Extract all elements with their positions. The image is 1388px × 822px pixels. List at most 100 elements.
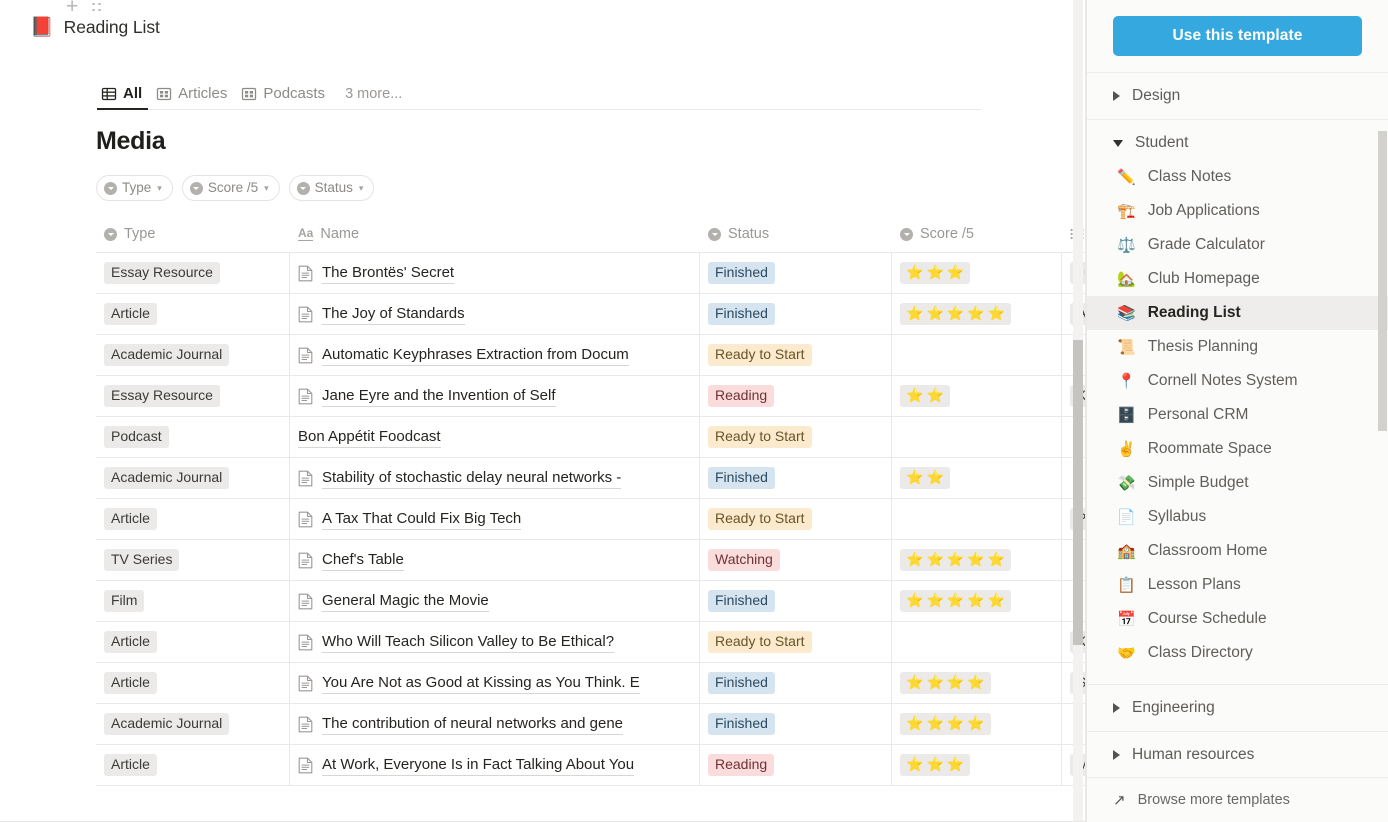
cell-name[interactable]: The contribution of neural networks and … — [290, 704, 700, 744]
cell-type[interactable]: Article — [96, 622, 290, 662]
cell-score[interactable] — [892, 499, 1062, 539]
page-title-link[interactable]: The Joy of Standards — [322, 303, 465, 326]
sidebar-item-roommate-space[interactable]: ✌️ Roommate Space — [1087, 432, 1388, 466]
tab-articles[interactable]: Articles — [152, 85, 233, 109]
cell-name[interactable]: General Magic the Movie — [290, 581, 700, 621]
cell-score[interactable]: ⭐ ⭐ ⭐ ⭐ ⭐ — [892, 540, 1062, 580]
browse-more-templates-button[interactable]: ↗ Browse more templates — [1087, 777, 1388, 822]
cell-score[interactable]: ⭐ ⭐ ⭐ — [892, 745, 1062, 785]
cell-name[interactable]: You Are Not as Good at Kissing as You Th… — [290, 663, 700, 703]
cell-type[interactable]: Article — [96, 294, 290, 334]
sidebar-item-classroom-home[interactable]: 🏫 Classroom Home — [1087, 534, 1388, 568]
cell-type[interactable]: Essay Resource — [96, 253, 290, 293]
cell-name[interactable]: A Tax That Could Fix Big Tech — [290, 499, 700, 539]
page-title-link[interactable]: Stability of stochastic delay neural net… — [322, 467, 622, 490]
cell-name[interactable]: Who Will Teach Silicon Valley to Be Ethi… — [290, 622, 700, 662]
cell-score[interactable]: ⭐ ⭐ ⭐ ⭐ ⭐ — [892, 294, 1062, 334]
cell-status[interactable]: Finished — [700, 294, 892, 334]
sidebar-item-club-homepage[interactable]: 🏡 Club Homepage — [1087, 262, 1388, 296]
table-row[interactable]: Article Who Will Teach Silicon Valley to … — [96, 622, 1085, 663]
cell-type[interactable]: Academic Journal — [96, 335, 290, 375]
cell-type[interactable]: Essay Resource — [96, 376, 290, 416]
sidebar-item-thesis-planning[interactable]: 📜 Thesis Planning — [1087, 330, 1388, 364]
cell-type[interactable]: Film — [96, 581, 290, 621]
cell-type[interactable]: Academic Journal — [96, 458, 290, 498]
page-title-link[interactable]: The contribution of neural networks and … — [322, 713, 624, 736]
sidebar-item-course-schedule[interactable]: 📅 Course Schedule — [1087, 602, 1388, 636]
page-title-link[interactable]: General Magic the Movie — [322, 590, 489, 613]
sidebar-item-lesson-plans[interactable]: 📋 Lesson Plans — [1087, 568, 1388, 602]
main-vertical-scrollbar[interactable] — [1073, 0, 1083, 822]
use-this-template-button[interactable]: Use this template — [1113, 16, 1362, 56]
table-row[interactable]: Article At Work, Everyone Is in Fact Talk… — [96, 745, 1085, 786]
cell-name[interactable]: Automatic Keyphrases Extraction from Doc… — [290, 335, 700, 375]
page-title-link[interactable]: You Are Not as Good at Kissing as You Th… — [322, 672, 640, 695]
cell-name[interactable]: Bon Appétit Foodcast — [290, 417, 700, 457]
sidebar-item-cornell-notes-system[interactable]: 📍 Cornell Notes System — [1087, 364, 1388, 398]
column-header-name[interactable]: Aa Name — [290, 216, 700, 252]
page-title-row[interactable]: 📕 Reading List — [30, 17, 160, 38]
sidebar-item-class-notes[interactable]: ✏️ Class Notes — [1087, 160, 1388, 194]
column-header-status[interactable]: Status — [700, 216, 892, 252]
table-row[interactable]: Film General Magic the Movie Finished ⭐ ⭐ ⭐ ⭐ ⭐ — [96, 581, 1085, 622]
scrollbar-thumb[interactable] — [1073, 340, 1083, 645]
page-title-link[interactable]: A Tax That Could Fix Big Tech — [322, 508, 522, 531]
cell-name[interactable]: The Joy of Standards — [290, 294, 700, 334]
sidebar-item-personal-crm[interactable]: 🗄️ Personal CRM — [1087, 398, 1388, 432]
cell-name[interactable]: The Brontës' Secret — [290, 253, 700, 293]
cell-name[interactable]: At Work, Everyone Is in Fact Talking Abo… — [290, 745, 700, 785]
table-row[interactable]: Podcast Bon Appétit Foodcast Ready to Star… — [96, 417, 1085, 458]
cell-name[interactable]: Stability of stochastic delay neural net… — [290, 458, 700, 498]
table-row[interactable]: Essay Resource The Brontës' Secret Finishe… — [96, 253, 1085, 294]
table-row[interactable]: TV Series Chef's Table Watching ⭐ ⭐ ⭐ ⭐ ⭐ — [96, 540, 1085, 581]
sidebar-group-student[interactable]: Student — [1087, 120, 1388, 160]
cell-name[interactable]: Chef's Table — [290, 540, 700, 580]
scrollbar-thumb[interactable] — [1378, 131, 1387, 431]
filter-chip-type[interactable]: Type ▾ — [96, 175, 173, 201]
table-row[interactable]: Essay Resource Jane Eyre and the Inventio… — [96, 376, 1085, 417]
page-title-link[interactable]: Automatic Keyphrases Extraction from Doc… — [322, 344, 629, 367]
cell-status[interactable]: Ready to Start — [700, 335, 892, 375]
cell-score[interactable]: ⭐ ⭐ ⭐ — [892, 253, 1062, 293]
cell-status[interactable]: Reading — [700, 376, 892, 416]
cell-status[interactable]: Finished — [700, 704, 892, 744]
sidebar-item-grade-calculator[interactable]: ⚖️ Grade Calculator — [1087, 228, 1388, 262]
page-title-link[interactable]: The Brontës' Secret — [322, 262, 455, 285]
cell-score[interactable]: ⭐ ⭐ ⭐ ⭐ — [892, 704, 1062, 744]
sidebar-group-engineering[interactable]: Engineering — [1087, 685, 1388, 732]
page-title-link[interactable]: Jane Eyre and the Invention of Self — [322, 385, 556, 408]
cell-status[interactable]: Finished — [700, 581, 892, 621]
plus-icon[interactable]: + — [66, 0, 78, 17]
sidebar-item-syllabus[interactable]: 📄 Syllabus — [1087, 500, 1388, 534]
cell-status[interactable]: Ready to Start — [700, 499, 892, 539]
sidebar-scrollbar[interactable] — [1378, 131, 1387, 777]
cell-type[interactable]: Academic Journal — [96, 704, 290, 744]
table-row[interactable]: Article The Joy of Standards Finished ⭐ ⭐ ⭐ ⭐ ⭐… — [96, 294, 1085, 335]
cell-type[interactable]: Article — [96, 663, 290, 703]
cell-status[interactable]: Reading — [700, 745, 892, 785]
table-row[interactable]: Academic Journal Stability of stochastic … — [96, 458, 1085, 499]
cell-score[interactable]: ⭐ ⭐ ⭐ ⭐ — [892, 663, 1062, 703]
sidebar-item-job-applications[interactable]: 🏗️ Job Applications — [1087, 194, 1388, 228]
cell-type[interactable]: Article — [96, 499, 290, 539]
page-title-link[interactable]: Bon Appétit Foodcast — [298, 426, 441, 449]
page-title-link[interactable]: Chef's Table — [322, 549, 404, 572]
sidebar-item-reading-list[interactable]: 📚 Reading List — [1087, 296, 1388, 330]
cell-score[interactable] — [892, 417, 1062, 457]
cell-type[interactable]: Article — [96, 745, 290, 785]
page-title-link[interactable]: Who Will Teach Silicon Valley to Be Ethi… — [322, 631, 615, 654]
cell-score[interactable]: ⭐ ⭐ — [892, 376, 1062, 416]
cell-score[interactable] — [892, 622, 1062, 662]
cell-status[interactable]: Finished — [700, 458, 892, 498]
column-header-score[interactable]: Score /5 — [892, 216, 1062, 252]
tab-podcasts[interactable]: Podcasts — [237, 85, 331, 109]
cell-name[interactable]: Jane Eyre and the Invention of Self — [290, 376, 700, 416]
cell-type[interactable]: TV Series — [96, 540, 290, 580]
cell-type[interactable]: Podcast — [96, 417, 290, 457]
more-views-button[interactable]: 3 more... — [335, 86, 408, 109]
sidebar-group-design[interactable]: Design — [1087, 73, 1388, 120]
filter-chip-score[interactable]: Score /5 ▾ — [181, 175, 280, 201]
tab-all[interactable]: All — [97, 85, 149, 110]
sidebar-item-simple-budget[interactable]: 💸 Simple Budget — [1087, 466, 1388, 500]
table-row[interactable]: Academic Journal Automatic Keyphrases Ext… — [96, 335, 1085, 376]
